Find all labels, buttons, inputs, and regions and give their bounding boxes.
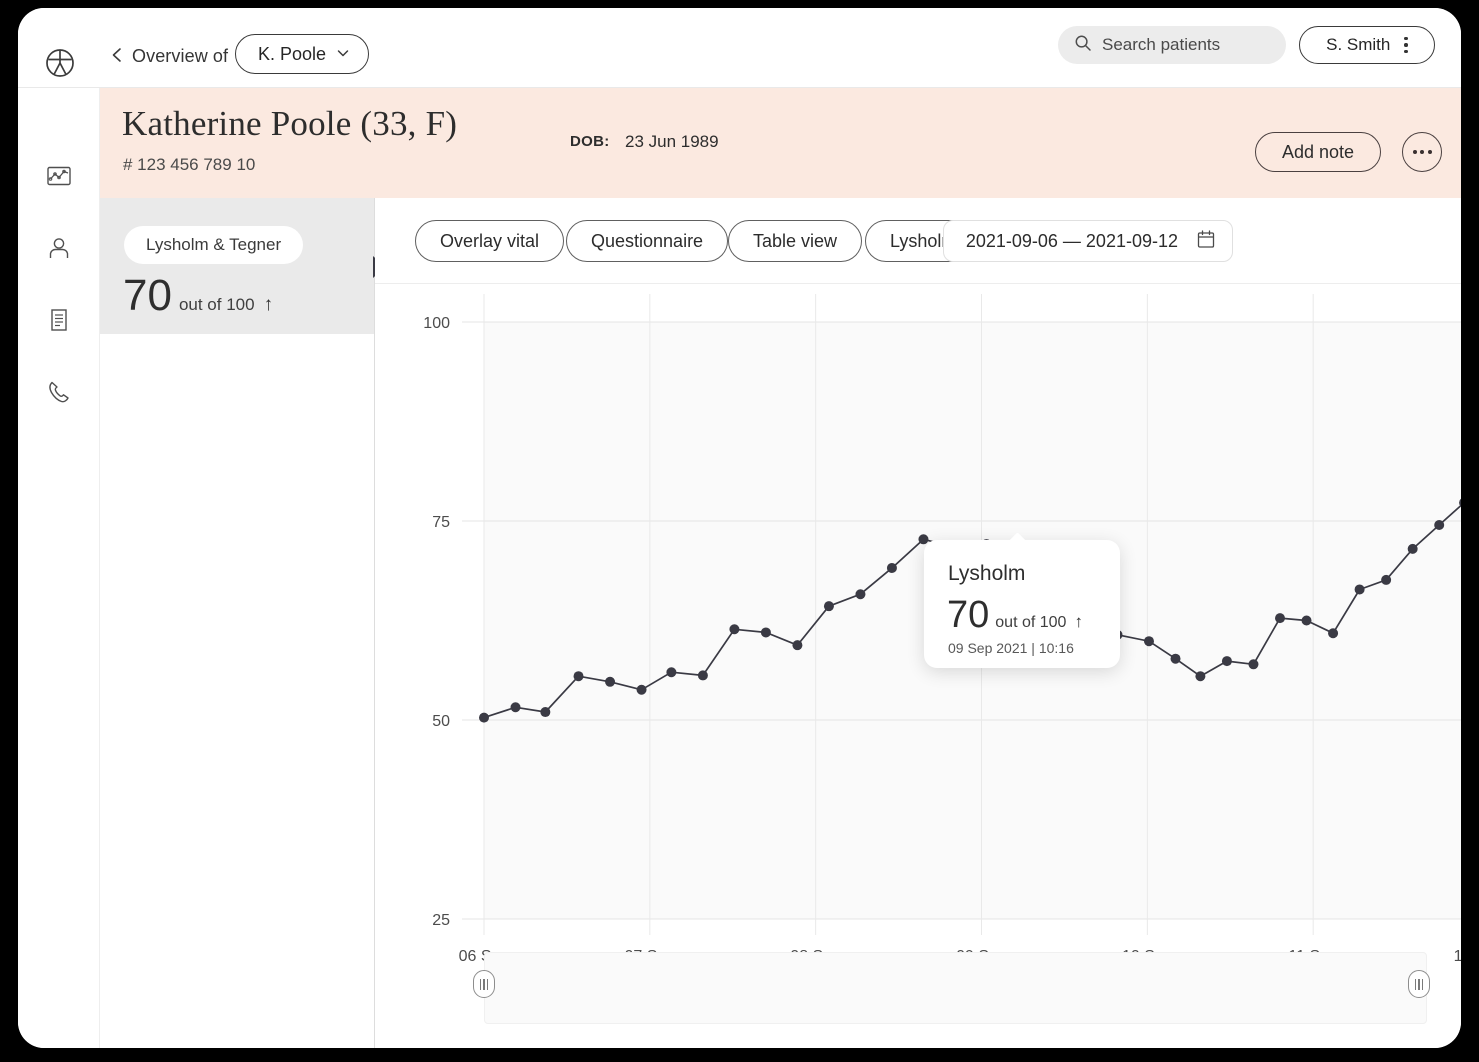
data-point[interactable]	[729, 624, 740, 635]
data-point[interactable]	[1407, 543, 1418, 554]
data-point[interactable]	[666, 667, 677, 678]
data-point[interactable]	[792, 640, 803, 651]
analytics-chart-icon	[45, 162, 73, 195]
sidebar-item-charts[interactable]	[41, 160, 77, 196]
data-point[interactable]	[1301, 615, 1312, 626]
person-icon	[45, 234, 73, 267]
add-note-button[interactable]: Add note	[1254, 132, 1381, 172]
trend-up-arrow-icon: ↑	[1074, 612, 1083, 631]
left-nav-rail	[18, 88, 100, 1048]
data-point[interactable]	[1195, 671, 1206, 682]
trend-up-arrow-icon: ↑	[263, 294, 274, 315]
sidebar-item-records[interactable]	[41, 304, 77, 340]
data-point[interactable]	[510, 702, 521, 713]
svg-text:100: 100	[423, 315, 450, 332]
metric-chip-lysholm-tegner[interactable]: Lysholm & Tegner	[124, 226, 304, 264]
line-chart-plot[interactable]: 100755025 06 Sep07 Sep08 Sep09 Sep10 Sep…	[375, 284, 1461, 1048]
sidebar-item-patient[interactable]	[41, 232, 77, 268]
metric-value-number: 70	[123, 271, 172, 320]
table-view-button[interactable]: Table view	[728, 220, 863, 262]
data-point[interactable]	[1275, 613, 1285, 624]
data-point[interactable]	[605, 676, 616, 687]
chevron-left-icon[interactable]	[108, 46, 126, 64]
data-point[interactable]	[1170, 653, 1181, 664]
metric-summary-panel[interactable]: Lysholm & Tegner 70 out of 100 ↑	[100, 198, 374, 334]
kebab-menu-icon[interactable]	[1404, 36, 1408, 54]
data-point[interactable]	[1143, 636, 1154, 647]
document-list-icon	[45, 306, 73, 339]
data-point[interactable]	[573, 671, 584, 682]
user-menu-button[interactable]: S. Smith	[1299, 26, 1435, 64]
search-icon	[1074, 34, 1092, 57]
data-point[interactable]	[1248, 659, 1259, 670]
page-title: Katherine Poole (33, F)	[122, 104, 458, 143]
tooltip-datetime: 09 Sep 2021 | 10:16	[948, 640, 1074, 656]
user-name-label: S. Smith	[1326, 35, 1391, 54]
data-point[interactable]	[1354, 584, 1365, 595]
chart-range-brush-track[interactable]	[484, 952, 1427, 1024]
patient-id: # 123 456 789 10	[123, 155, 256, 174]
breadcrumb-overview-label: Overview of	[132, 46, 229, 66]
phone-icon	[45, 378, 73, 411]
overlay-vital-button[interactable]: Overlay vital	[415, 220, 565, 262]
tooltip-arrow-icon	[1008, 532, 1026, 541]
calendar-icon[interactable]	[1196, 229, 1216, 254]
data-point[interactable]	[697, 670, 708, 681]
metric-value-group: 70 out of 100 ↑	[123, 274, 273, 318]
svg-text:25: 25	[432, 912, 450, 929]
chart-container: 100755025 06 Sep07 Sep08 Sep09 Sep10 Sep…	[375, 284, 1461, 1048]
tooltip-value-group: 70 out of 100 ↑	[947, 596, 1083, 634]
search-placeholder-text: Search patients	[1102, 35, 1221, 54]
patient-banner: Katherine Poole (33, F) # 123 456 789 10…	[100, 88, 1461, 198]
patient-selector-label: K. Poole	[258, 43, 327, 64]
data-point[interactable]	[823, 601, 834, 612]
y-axis-tick-labels: 100 75 50 25	[423, 315, 450, 929]
peace-person-logo-icon[interactable]	[42, 45, 78, 81]
date-range-value: 2021-09-06 — 2021-09-12	[965, 230, 1178, 251]
svg-text:12 Sep: 12 Sep	[1454, 948, 1461, 965]
top-bar: Overview of K. Poole Search patients S. …	[18, 8, 1461, 88]
data-point-tooltip: Lysholm 70 out of 100 ↑ 09 Sep 2021 | 10…	[924, 540, 1120, 668]
brush-handle-right[interactable]	[1408, 970, 1430, 998]
data-point[interactable]	[886, 562, 897, 573]
left-panel-empty-area	[100, 334, 374, 1048]
metric-value-outof: out of 100	[178, 295, 255, 314]
data-point[interactable]	[855, 589, 866, 600]
patient-selector-button[interactable]: K. Poole	[235, 34, 370, 74]
svg-text:75: 75	[432, 514, 450, 531]
data-point[interactable]	[636, 684, 647, 695]
data-point[interactable]	[1328, 628, 1339, 639]
tooltip-value-number: 70	[947, 594, 990, 636]
data-point[interactable]	[1221, 656, 1232, 667]
sidebar-item-calls[interactable]	[41, 376, 77, 412]
data-point[interactable]	[760, 627, 771, 638]
questionnaire-button[interactable]: Questionnaire	[566, 220, 729, 262]
dob-value: 23 Jun 1989	[625, 132, 719, 151]
banner-more-button[interactable]	[1402, 132, 1442, 172]
data-point[interactable]	[540, 707, 551, 718]
data-point[interactable]	[1381, 574, 1392, 585]
svg-text:50: 50	[432, 713, 450, 730]
app-window: Overview of K. Poole Search patients S. …	[18, 8, 1461, 1048]
date-range-picker[interactable]: 2021-09-06 — 2021-09-12	[942, 220, 1233, 262]
tooltip-value-outof: out of 100	[995, 614, 1067, 631]
brush-handle-left[interactable]	[473, 970, 495, 998]
data-point[interactable]	[479, 712, 489, 723]
chart-toolbar: Overlay vital Questionnaire Table view L…	[375, 198, 1461, 284]
tooltip-title: Lysholm	[948, 562, 1026, 585]
search-patients-input[interactable]: Search patients	[1058, 26, 1286, 64]
data-point[interactable]	[1434, 519, 1445, 530]
chevron-down-icon	[336, 44, 350, 65]
dob-label: DOB:	[570, 133, 610, 150]
